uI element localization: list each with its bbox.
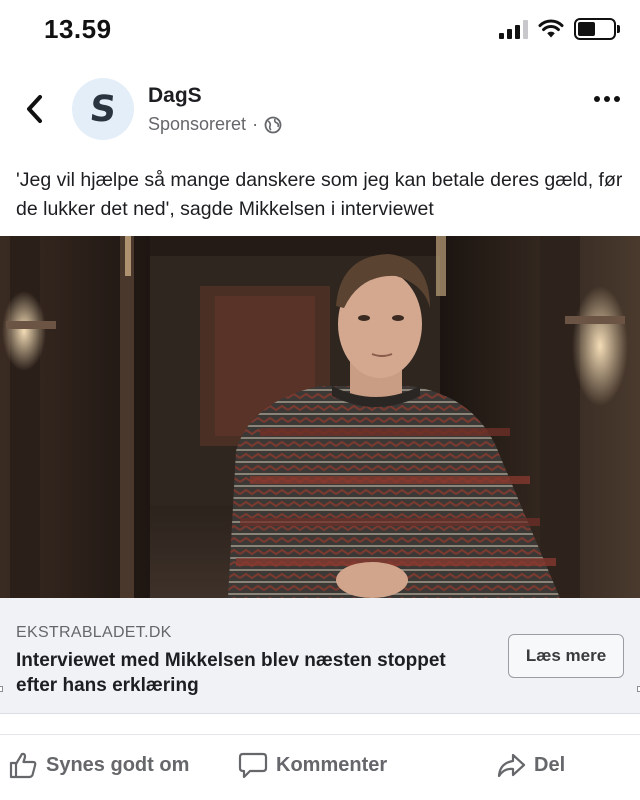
post-header: S DagS Sponsoreret · — [0, 70, 640, 150]
avatar-logo: S — [87, 88, 119, 130]
link-title[interactable]: Interviewet med Mikkelsen blev næsten st… — [16, 648, 476, 698]
comment-label: Kommenter — [276, 753, 388, 776]
link-domain: EKSTRABLADET.DK — [16, 624, 172, 641]
thumbs-up-icon — [9, 752, 37, 779]
share-label: Del — [534, 753, 566, 776]
cellular-signal-icon — [499, 19, 528, 39]
sponsored-row: Sponsoreret · — [148, 114, 282, 135]
comment-button[interactable]: Kommenter — [238, 751, 387, 779]
battery-icon — [574, 18, 620, 40]
globe-icon — [264, 116, 282, 133]
learn-more-button[interactable]: Læs mere — [508, 634, 624, 678]
sponsored-label: Sponsoreret — [148, 114, 247, 134]
more-dot — [604, 96, 610, 102]
edge-marker-left — [0, 686, 3, 692]
post-actions: Synes godt om Kommenter Del — [0, 734, 640, 796]
post-image[interactable] — [0, 236, 640, 598]
more-options-button[interactable] — [594, 96, 620, 102]
status-icons — [499, 16, 620, 42]
comment-icon — [238, 752, 268, 779]
share-button[interactable]: Del — [496, 751, 565, 779]
more-dot — [614, 96, 620, 102]
post-caption: 'Jeg vil hjælpe så mange danskere som je… — [16, 169, 623, 220]
like-label: Synes godt om — [46, 753, 190, 776]
page-name[interactable]: DagS — [148, 84, 202, 108]
status-time: 13.59 — [44, 14, 112, 44]
interview-photo — [0, 236, 640, 598]
like-button[interactable]: Synes godt om — [8, 751, 189, 779]
more-dot — [594, 96, 600, 102]
back-button[interactable] — [18, 92, 52, 126]
page-avatar[interactable]: S — [72, 78, 134, 140]
status-bar: 13.59 — [0, 0, 640, 60]
wifi-icon — [538, 19, 564, 38]
separator-dot: · — [252, 114, 259, 134]
link-preview[interactable]: EKSTRABLADET.DK Interviewet med Mikkelse… — [0, 598, 640, 714]
chevron-left-icon — [27, 95, 42, 123]
share-icon — [497, 753, 526, 778]
